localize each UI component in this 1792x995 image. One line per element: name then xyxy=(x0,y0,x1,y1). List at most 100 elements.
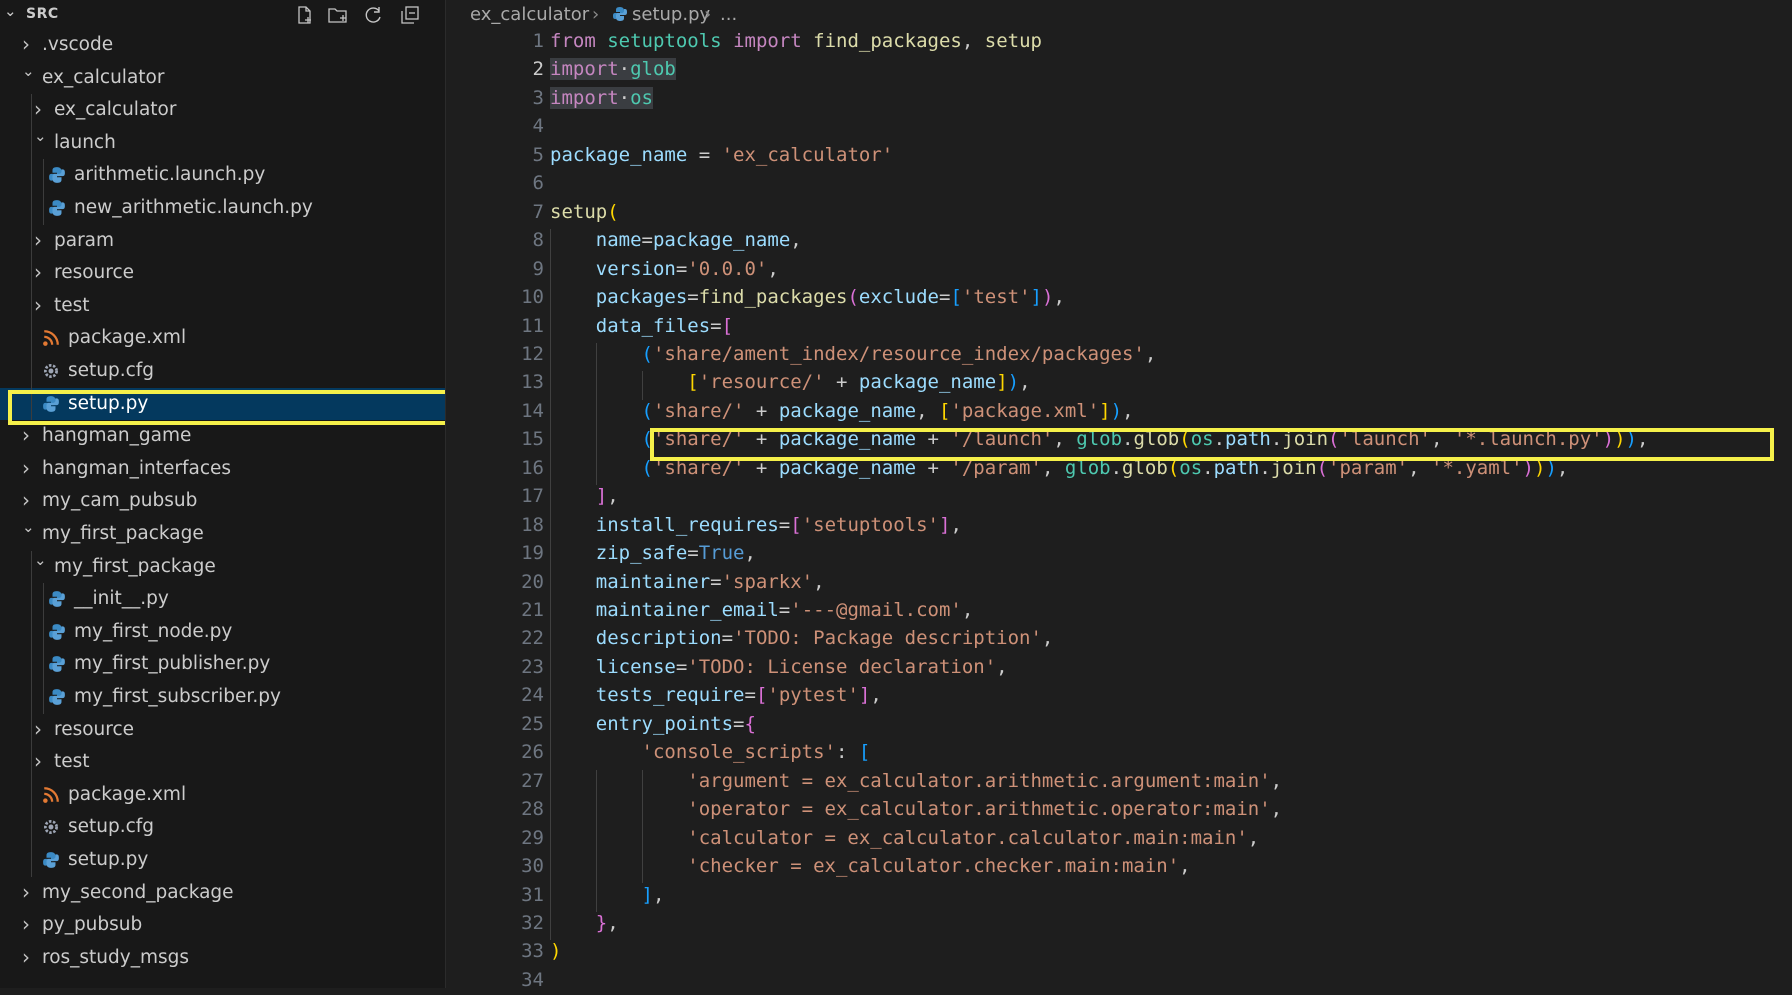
code-line[interactable]: 1 from setuptools import find_packages, s… xyxy=(446,28,1792,56)
tree-folder-item[interactable]: ⌄ launch xyxy=(0,126,445,160)
chevron-right-icon[interactable]: › xyxy=(22,32,36,56)
tree-item-label: py_pubsub xyxy=(42,914,143,936)
code-token: 'sparkx' xyxy=(721,570,814,593)
tree-file-item[interactable]: new_arithmetic.launch.py xyxy=(0,192,445,225)
chevron-right-icon[interactable]: › xyxy=(22,945,36,969)
code-line[interactable]: 6 xyxy=(446,170,1792,198)
collapse-all-icon[interactable] xyxy=(398,4,422,26)
code-line[interactable]: 2 import·glob xyxy=(446,56,1792,84)
code-line[interactable]: 10 packages=find_packages(exclude=['test… xyxy=(446,284,1792,312)
chevron-right-icon[interactable]: › xyxy=(22,880,36,904)
tree-file-item[interactable]: my_first_subscriber.py xyxy=(0,681,445,714)
chevron-right-icon[interactable]: › xyxy=(34,749,48,773)
indent-guide xyxy=(43,681,44,714)
code-line[interactable]: 29 'calculator = ex_calculator.calculato… xyxy=(446,825,1792,853)
chevron-right-icon[interactable]: › xyxy=(22,488,36,512)
tree-file-item[interactable]: package.xml xyxy=(0,778,445,812)
new-file-icon[interactable] xyxy=(292,4,316,26)
chevron-right-icon[interactable]: › xyxy=(34,717,48,741)
code-line[interactable]: 34 xyxy=(446,967,1792,995)
python-file-icon xyxy=(48,590,66,608)
code-token: , xyxy=(1144,342,1157,365)
tree-file-item[interactable]: my_first_publisher.py xyxy=(0,648,445,681)
new-folder-icon[interactable] xyxy=(326,4,350,26)
code-line[interactable]: 17 ], xyxy=(446,483,1792,511)
chevron-down-icon[interactable]: ⌄ xyxy=(34,127,48,145)
tree-folder-item[interactable]: › resource xyxy=(0,713,445,747)
code-line[interactable]: 8 name=package_name, xyxy=(446,227,1792,255)
tree-folder-item[interactable]: ⌄ ex_calculator xyxy=(0,62,445,94)
code-editor[interactable]: 1 from setuptools import find_packages, s… xyxy=(446,28,1792,991)
tree-folder-item[interactable]: ⌄ my_first_package xyxy=(0,550,445,584)
code-token: = xyxy=(687,143,722,166)
chevron-right-icon[interactable]: › xyxy=(34,97,48,121)
code-line[interactable]: 5 package_name = 'ex_calculator' xyxy=(446,142,1792,170)
breadcrumb-rest[interactable]: ... xyxy=(720,4,737,25)
code-line[interactable]: 9 version='0.0.0', xyxy=(446,256,1792,284)
chevron-right-icon[interactable]: › xyxy=(22,456,36,480)
explorer-header[interactable]: ⌄ SRC xyxy=(0,0,445,28)
tree-folder-item[interactable]: › .vscode xyxy=(0,29,445,61)
tree-file-item[interactable]: setup.cfg xyxy=(0,355,445,388)
chevron-right-icon[interactable]: › xyxy=(34,293,48,317)
chevron-down-icon[interactable]: ⌄ xyxy=(22,62,36,80)
chevron-right-icon[interactable]: › xyxy=(34,260,48,284)
chevron-right-icon[interactable]: › xyxy=(22,423,36,447)
tree-file-item[interactable]: setup.py xyxy=(0,387,445,421)
tree-folder-item[interactable]: › test xyxy=(0,746,445,779)
code-line[interactable]: 32 }, xyxy=(446,910,1792,938)
code-line[interactable]: 20 maintainer='sparkx', xyxy=(446,569,1792,597)
code-token: = xyxy=(687,286,699,309)
tree-folder-item[interactable]: › ex_calculator xyxy=(0,94,445,127)
code-line[interactable]: 14 ('share/' + package_name, ['package.x… xyxy=(446,398,1792,426)
tree-file-item[interactable]: arithmetic.launch.py xyxy=(0,159,445,192)
code-line[interactable]: 15 ('share/' + package_name + '/launch',… xyxy=(446,426,1792,454)
code-line[interactable]: 12 ('share/ament_index/resource_index/pa… xyxy=(446,341,1792,369)
tree-folder-item[interactable]: › py_pubsub xyxy=(0,909,445,941)
tree-file-item[interactable]: my_first_node.py xyxy=(0,615,445,649)
code-line[interactable]: 18 install_requires=['setuptools'], xyxy=(446,512,1792,540)
code-token: , xyxy=(767,257,779,280)
code-line[interactable]: 7 setup( xyxy=(446,199,1792,227)
code-line[interactable]: 3 import·os xyxy=(446,85,1792,113)
refresh-icon[interactable] xyxy=(362,4,386,26)
chevron-right-icon[interactable]: › xyxy=(22,912,36,936)
code-line[interactable]: 16 ('share/' + package_name + '/param', … xyxy=(446,455,1792,483)
chevron-down-icon[interactable]: ⌄ xyxy=(22,518,36,536)
tree-file-item[interactable]: setup.py xyxy=(0,844,445,877)
code-text: 'argument = ex_calculator.arithmetic.arg… xyxy=(550,770,1282,792)
code-line[interactable]: 4 xyxy=(446,113,1792,141)
breadcrumb-folder[interactable]: ex_calculator xyxy=(470,4,589,25)
chevron-down-icon[interactable]: ⌄ xyxy=(4,2,17,20)
chevron-down-icon[interactable]: ⌄ xyxy=(34,551,48,569)
tree-folder-item[interactable]: ⌄ my_first_package xyxy=(0,518,445,550)
code-token: ( xyxy=(1316,456,1329,479)
tree-folder-item[interactable]: › resource xyxy=(0,257,445,290)
code-line[interactable]: 25 entry_points={ xyxy=(446,711,1792,739)
code-line[interactable]: 22 description='TODO: Package descriptio… xyxy=(446,625,1792,653)
code-line[interactable]: 30 'checker = ex_calculator.checker.main… xyxy=(446,853,1792,881)
code-line[interactable]: 31 ], xyxy=(446,882,1792,910)
code-line[interactable]: 26 'console_scripts': [ xyxy=(446,739,1792,767)
code-line[interactable]: 28 'operator = ex_calculator.arithmetic.… xyxy=(446,796,1792,824)
tree-folder-item[interactable]: › my_cam_pubsub xyxy=(0,485,445,517)
tree-folder-item[interactable]: › hangman_interfaces xyxy=(0,453,445,485)
tree-file-item[interactable]: __init__.py xyxy=(0,583,445,616)
tree-folder-item[interactable]: › ros_study_msgs xyxy=(0,942,445,974)
code-line[interactable]: 24 tests_require=['pytest'], xyxy=(446,682,1792,710)
chevron-right-icon[interactable]: › xyxy=(34,228,48,252)
code-line[interactable]: 13 ['resource/' + package_name]), xyxy=(446,369,1792,397)
code-line[interactable]: 27 'argument = ex_calculator.arithmetic.… xyxy=(446,768,1792,796)
breadcrumb-file[interactable]: setup.py xyxy=(632,4,710,25)
code-line[interactable]: 19 zip_safe=True, xyxy=(446,540,1792,568)
tree-folder-item[interactable]: › hangman_game xyxy=(0,420,445,452)
tree-folder-item[interactable]: › param xyxy=(0,224,445,258)
code-line[interactable]: 11 data_files=[ xyxy=(446,313,1792,341)
tree-file-item[interactable]: setup.cfg xyxy=(0,811,445,844)
tree-folder-item[interactable]: › test xyxy=(0,289,445,323)
code-line[interactable]: 23 license='TODO: License declaration', xyxy=(446,654,1792,682)
code-line[interactable]: 21 maintainer_email='---@gmail.com', xyxy=(446,597,1792,625)
tree-folder-item[interactable]: › my_second_package xyxy=(0,877,445,909)
tree-file-item[interactable]: package.xml xyxy=(0,322,445,355)
code-line[interactable]: 33) xyxy=(446,938,1792,966)
